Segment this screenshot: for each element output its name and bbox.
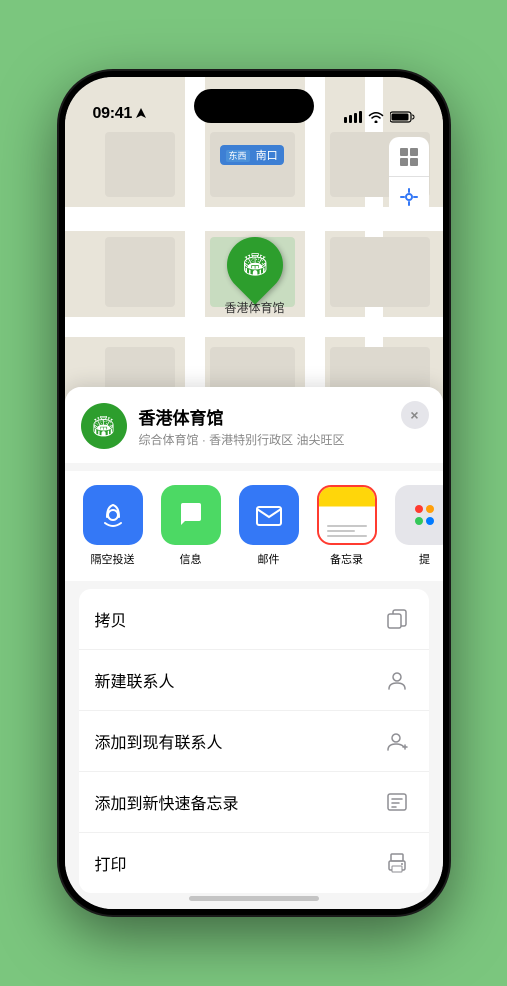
notes-icon-wrap <box>317 485 377 545</box>
more-icon-wrap <box>395 485 443 545</box>
location-icon <box>399 187 419 207</box>
airdrop-label: 隔空投送 <box>91 551 135 567</box>
action-new-contact-label: 新建联系人 <box>95 668 175 692</box>
place-header: 🏟 香港体育馆 综合体育馆 · 香港特别行政区 油尖旺区 × <box>65 387 443 463</box>
action-new-contact[interactable]: 新建联系人 <box>79 650 429 711</box>
stadium-marker: 🏟 香港体育馆 <box>225 237 285 316</box>
share-mail[interactable]: 邮件 <box>237 485 301 567</box>
status-time: 09:41 <box>93 105 132 123</box>
mail-icon-wrap <box>239 485 299 545</box>
wifi-icon <box>368 111 384 123</box>
print-icon-wrap <box>381 847 413 879</box>
mail-label: 邮件 <box>258 551 280 567</box>
add-existing-icon-wrap <box>381 725 413 757</box>
copy-icon <box>386 608 408 630</box>
road-h1 <box>65 207 443 231</box>
notes-line3 <box>327 535 367 537</box>
status-icons <box>344 111 415 123</box>
place-info: 香港体育馆 综合体育馆 · 香港特别行政区 油尖旺区 <box>139 404 427 448</box>
road-h2 <box>65 317 443 337</box>
home-indicator <box>189 896 319 901</box>
place-description: 综合体育馆 · 香港特别行政区 油尖旺区 <box>139 431 427 448</box>
map-block4 <box>330 237 430 307</box>
notes-icon-inner <box>319 487 375 543</box>
place-icon: 🏟 <box>81 403 127 449</box>
share-message[interactable]: 信息 <box>159 485 223 567</box>
close-button[interactable]: × <box>401 401 429 429</box>
map-label: 东西 南口 <box>220 145 284 165</box>
notes-line1 <box>327 525 367 527</box>
action-add-quick-note-label: 添加到新快速备忘录 <box>95 790 239 814</box>
quick-note-icon <box>386 791 408 813</box>
map-type-button[interactable] <box>389 137 429 177</box>
action-copy[interactable]: 拷贝 <box>79 589 429 650</box>
dot-orange <box>426 505 434 513</box>
place-name: 香港体育馆 <box>139 404 427 429</box>
quick-note-icon-wrap <box>381 786 413 818</box>
phone-screen: 09:41 <box>65 77 443 909</box>
action-print[interactable]: 打印 <box>79 833 429 893</box>
action-list: 拷贝 新建联系人 <box>79 589 429 893</box>
action-add-existing[interactable]: 添加到现有联系人 <box>79 711 429 772</box>
airdrop-icon <box>97 499 129 531</box>
marker-pin: 🏟 <box>215 225 294 304</box>
action-print-label: 打印 <box>95 851 127 875</box>
notes-line2 <box>327 530 355 532</box>
copy-icon-wrap <box>381 603 413 635</box>
phone-frame: 09:41 <box>59 71 449 915</box>
more-dots2 <box>415 517 434 525</box>
message-icon <box>175 499 207 531</box>
new-contact-icon-wrap <box>381 664 413 696</box>
map-block1 <box>105 132 175 197</box>
more-label: 提 <box>419 551 430 567</box>
dynamic-island <box>194 89 314 123</box>
print-icon <box>386 852 408 874</box>
action-add-existing-label: 添加到现有联系人 <box>95 729 223 753</box>
dot-green <box>415 517 423 525</box>
share-more[interactable]: 提 <box>393 485 443 567</box>
map-type-icon <box>398 146 420 168</box>
signal-icon <box>344 111 362 123</box>
new-contact-icon <box>386 669 408 691</box>
dot-red <box>415 505 423 513</box>
action-copy-label: 拷贝 <box>95 607 127 631</box>
share-airdrop[interactable]: 隔空投送 <box>81 485 145 567</box>
action-add-quick-note[interactable]: 添加到新快速备忘录 <box>79 772 429 833</box>
message-icon-wrap <box>161 485 221 545</box>
message-label: 信息 <box>180 551 202 567</box>
more-dots <box>415 505 434 513</box>
share-row: 隔空投送 信息 <box>65 471 443 581</box>
map-block3 <box>105 237 175 307</box>
mail-icon <box>253 499 285 531</box>
location-button[interactable] <box>389 177 429 217</box>
airdrop-icon-wrap <box>83 485 143 545</box>
dot-blue <box>426 517 434 525</box>
share-notes[interactable]: 备忘录 <box>315 485 379 567</box>
stadium-icon: 🏟 <box>241 252 269 278</box>
notes-label: 备忘录 <box>330 551 363 567</box>
map-controls <box>389 137 429 217</box>
bottom-sheet: 🏟 香港体育馆 综合体育馆 · 香港特别行政区 油尖旺区 × <box>65 387 443 909</box>
battery-icon <box>390 111 415 123</box>
location-arrow-icon <box>136 108 146 120</box>
add-contact-icon <box>386 730 408 752</box>
